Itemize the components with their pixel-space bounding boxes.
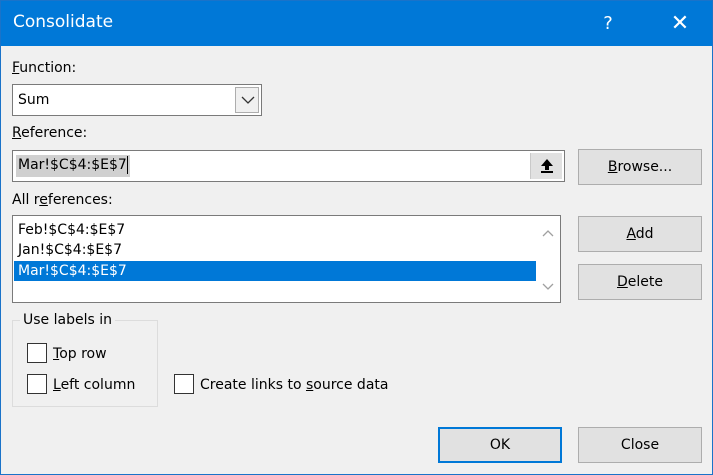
all-references-label: All references: xyxy=(12,192,113,208)
help-button[interactable]: ? xyxy=(585,1,631,46)
scroll-down-icon[interactable] xyxy=(542,283,554,291)
function-label: Function: xyxy=(12,60,77,76)
collapse-dialog-button[interactable] xyxy=(530,153,562,179)
left-column-label[interactable]: Left column xyxy=(53,377,135,393)
add-button[interactable]: Add xyxy=(578,216,702,252)
chevron-down-icon xyxy=(241,96,255,104)
all-references-list[interactable]: Feb!$C$4:$E$7 Jan!$C$4:$E$7 Mar!$C$4:$E$… xyxy=(12,215,561,303)
delete-button[interactable]: Delete xyxy=(578,264,702,300)
reference-input-value: Mar!$C$4:$E$7 xyxy=(16,155,130,177)
top-row-label[interactable]: Top row xyxy=(53,346,107,362)
ok-button[interactable]: OK xyxy=(438,427,562,463)
left-column-checkbox[interactable] xyxy=(27,374,47,394)
close-window-button[interactable]: ✕ xyxy=(657,1,703,46)
list-item[interactable]: Jan!$C$4:$E$7 xyxy=(14,240,536,260)
list-item[interactable]: Mar!$C$4:$E$7 xyxy=(14,261,536,281)
window-title: Consolidate xyxy=(13,12,114,32)
top-row-checkbox[interactable] xyxy=(27,343,47,363)
reference-input[interactable]: Mar!$C$4:$E$7 xyxy=(12,150,565,182)
arrow-up-icon xyxy=(541,159,553,173)
reference-label: Reference: xyxy=(12,125,88,141)
browse-button[interactable]: Browse... xyxy=(578,149,702,185)
function-select[interactable]: Sum xyxy=(12,84,262,116)
use-labels-title: Use labels in xyxy=(20,312,115,328)
list-scrollbar[interactable] xyxy=(536,216,560,302)
title-bar: Consolidate ? ✕ xyxy=(1,1,712,46)
function-dropdown-button[interactable] xyxy=(235,87,259,113)
function-select-value: Sum xyxy=(18,92,50,108)
close-button[interactable]: Close xyxy=(578,427,702,463)
create-links-checkbox[interactable] xyxy=(174,374,194,394)
scroll-up-icon[interactable] xyxy=(542,229,554,237)
list-item[interactable]: Feb!$C$4:$E$7 xyxy=(14,220,536,240)
consolidate-dialog: Consolidate ? ✕ Function: Sum Reference:… xyxy=(0,0,713,475)
create-links-label[interactable]: Create links to source data xyxy=(200,377,388,393)
